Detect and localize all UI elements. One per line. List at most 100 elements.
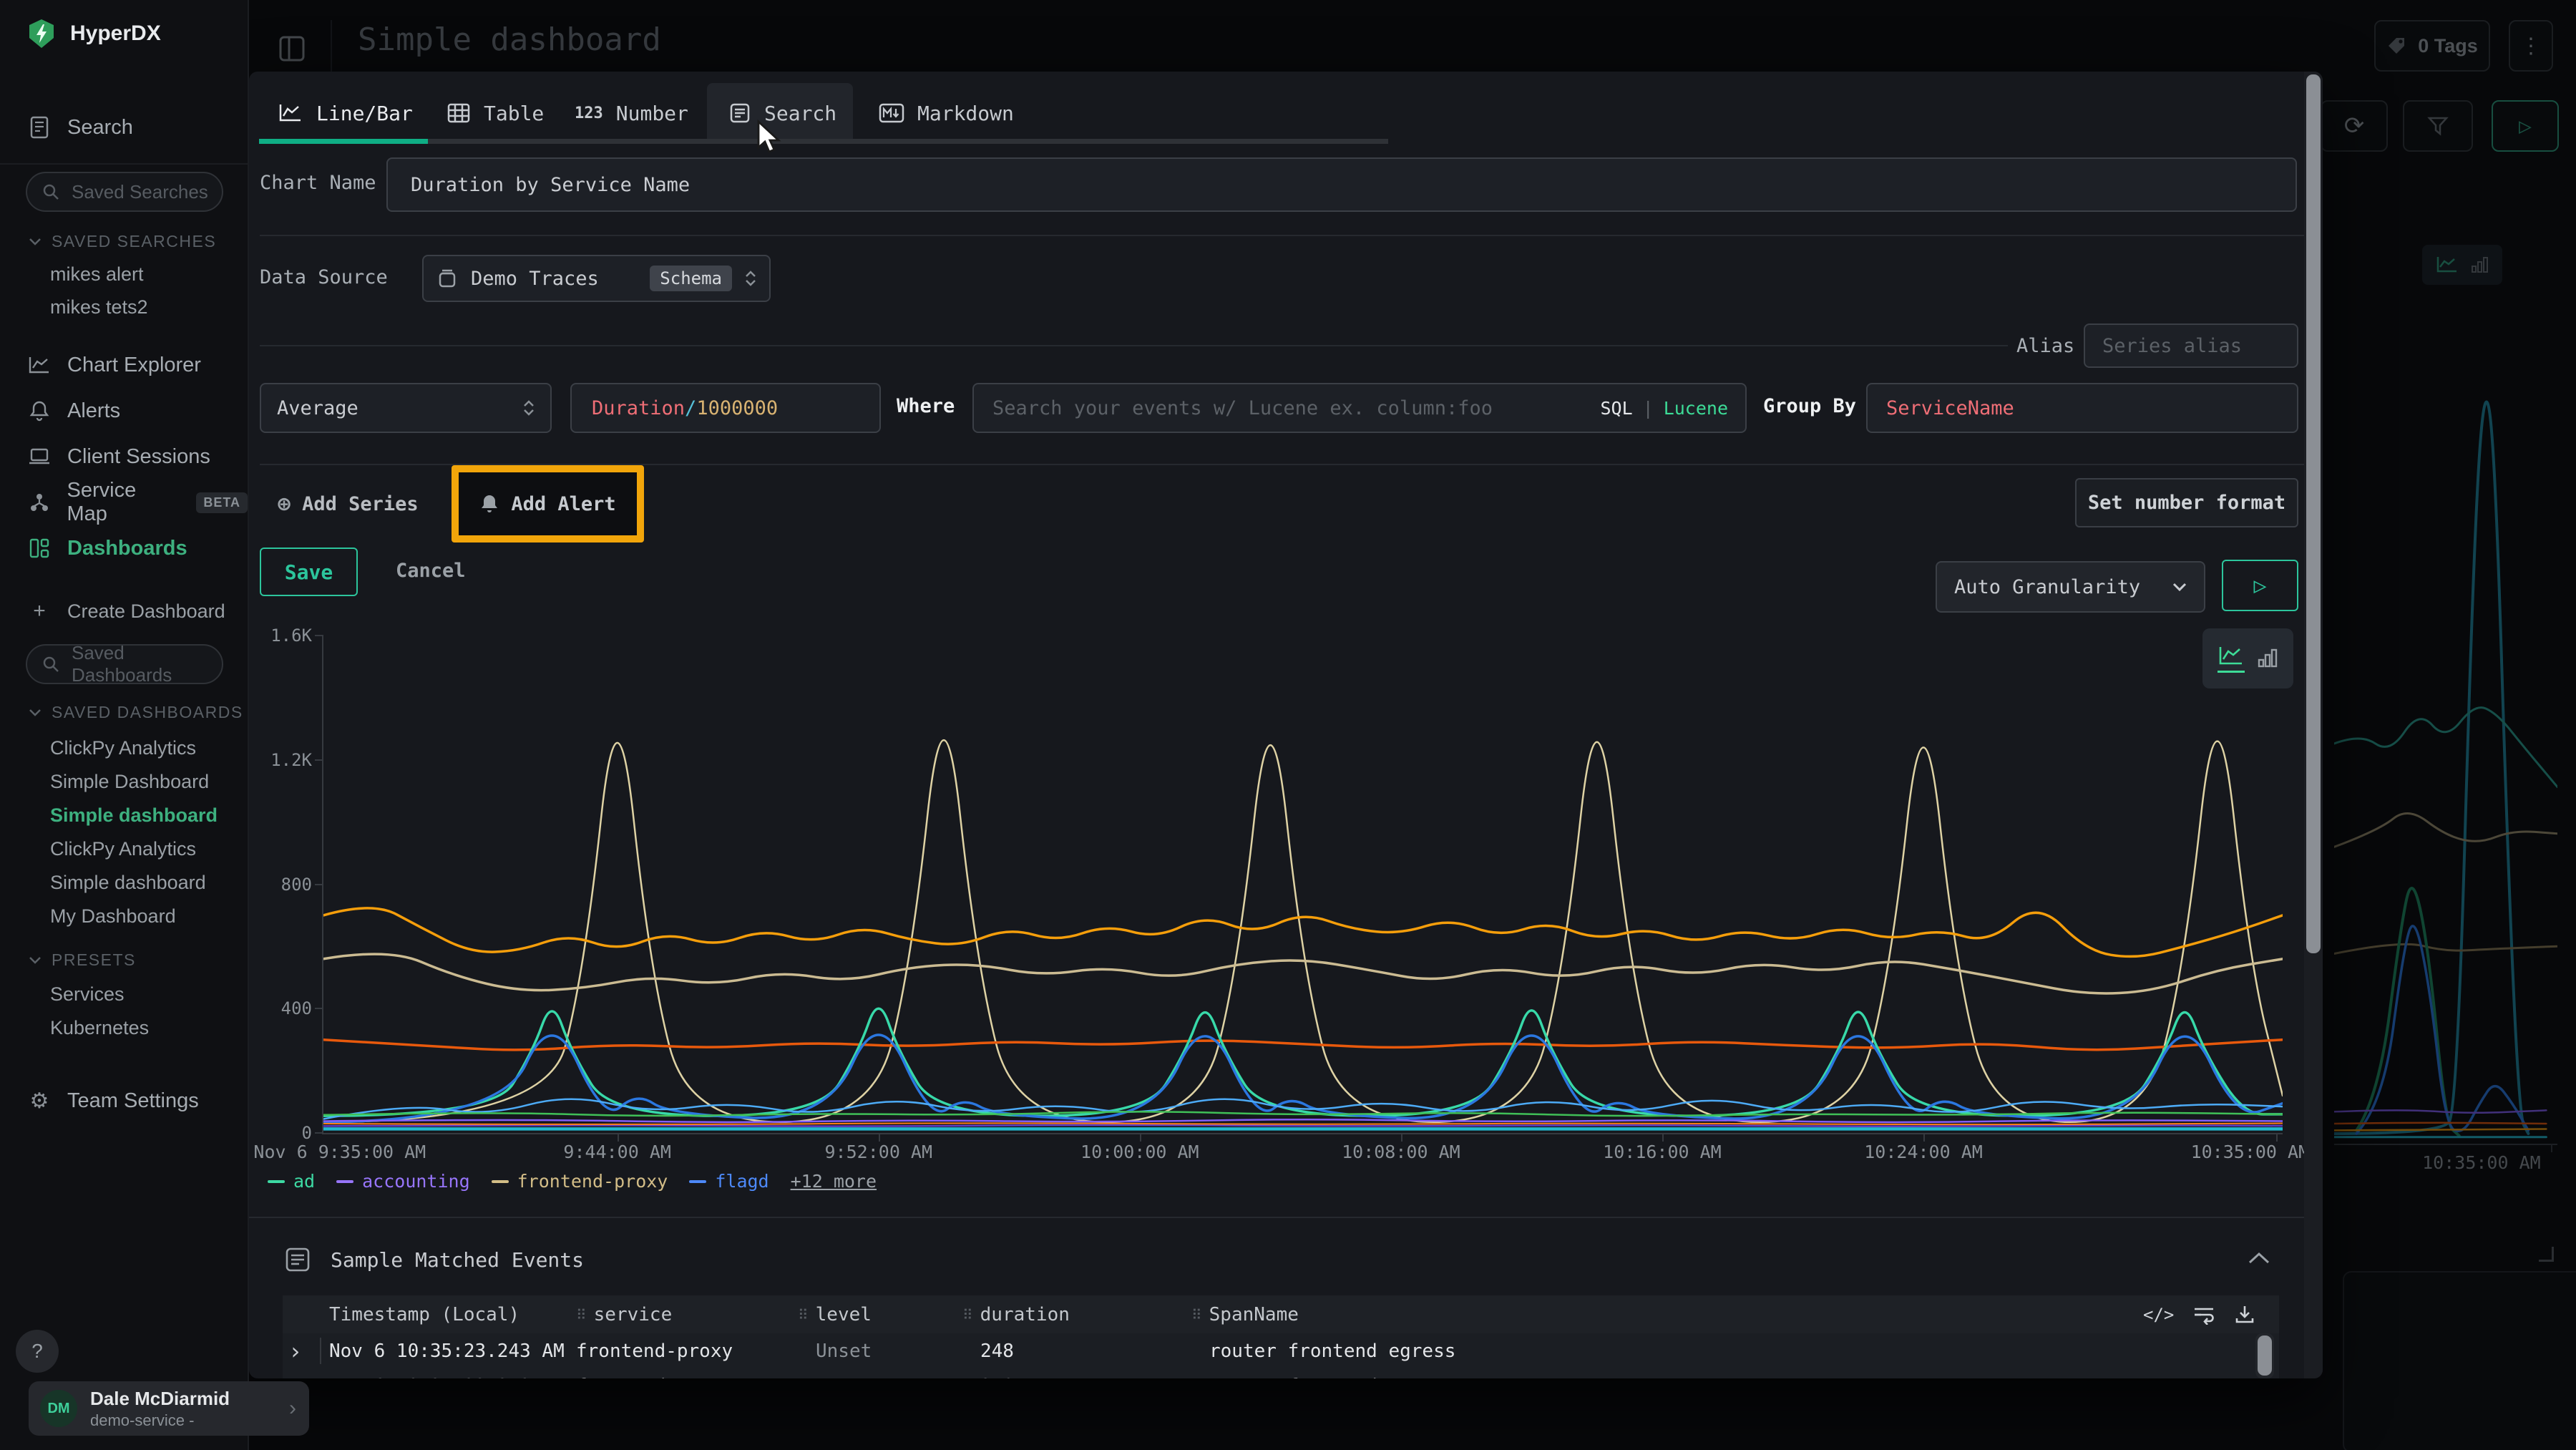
bell-icon [479, 493, 499, 515]
col-service[interactable]: ⠿service [576, 1295, 672, 1333]
bg-panel [2343, 1271, 2576, 1450]
col-spanname[interactable]: ⠿SpanName [1191, 1295, 1299, 1333]
group-label: SAVED SEARCHES [52, 232, 216, 251]
legend-item[interactable]: accounting [336, 1171, 470, 1192]
help-button[interactable]: ? [16, 1330, 59, 1373]
saved-search-item[interactable]: mikes alert [50, 263, 144, 286]
saved-dashboards-input[interactable]: Saved Dashboards [26, 644, 223, 684]
save-button[interactable]: Save [260, 548, 358, 596]
tab-number[interactable]: 123 Number [575, 86, 688, 140]
dashboard-item[interactable]: My Dashboard [50, 905, 176, 928]
saved-searches-input[interactable]: Saved Searches [26, 172, 223, 212]
user-org: demo-service - [90, 1411, 230, 1430]
data-source-select[interactable]: Demo Traces Schema [422, 255, 771, 302]
aggregation-select[interactable]: Average [260, 383, 552, 433]
events-divider [249, 1217, 2323, 1218]
dashboard-item[interactable]: ClickPy Analytics [50, 737, 196, 759]
where-placeholder[interactable] [991, 396, 1590, 420]
add-alert-highlight: Add Alert [452, 465, 644, 542]
cancel-button[interactable]: Cancel [396, 560, 466, 582]
col-level[interactable]: ⠿level [798, 1295, 872, 1333]
sidebar-item-label: Alerts [67, 399, 120, 423]
sidebar-item-team-settings[interactable]: ⚙ Team Settings [0, 1085, 248, 1116]
alias-input[interactable] [2084, 323, 2298, 368]
sidebar-item-label: Dashboards [67, 537, 187, 560]
chart-name-input[interactable] [386, 157, 2297, 212]
brand-name: HyperDX [70, 21, 161, 46]
col-duration[interactable]: ⠿duration [962, 1295, 1070, 1333]
preview-chart[interactable]: 04008001.2K1.6KNov 6 9:35:00 AM9:44:00 A… [322, 636, 2283, 1134]
column-label: level [816, 1304, 872, 1325]
add-series-button[interactable]: ⊕ Add Series [278, 481, 419, 527]
field-part-slash: / [685, 397, 696, 419]
legend-item[interactable]: ad [268, 1171, 315, 1192]
sidebar-item-alerts[interactable]: Alerts [0, 395, 248, 427]
legend-more-link[interactable]: +12 more [791, 1171, 877, 1192]
expand-row-icon[interactable]: › [288, 1333, 302, 1368]
sidebar-item-service-map[interactable]: Service Map BETA [0, 487, 248, 518]
filter-button[interactable] [2403, 100, 2473, 152]
download-icon[interactable] [2234, 1304, 2255, 1325]
collapse-events-button[interactable] [2247, 1251, 2271, 1265]
col-timestamp[interactable]: Timestamp (Local) [329, 1295, 519, 1333]
dashboard-item[interactable]: ClickPy Analytics [50, 838, 196, 860]
saved-search-item[interactable]: mikes tets2 [50, 296, 148, 318]
sidebar-item-chart-explorer[interactable]: Chart Explorer [0, 349, 248, 381]
schema-badge[interactable]: Schema [650, 266, 732, 291]
add-alert-button[interactable]: Add Alert [479, 493, 615, 515]
preset-item[interactable]: Kubernetes [50, 1017, 149, 1039]
dashboards-grid-icon [27, 537, 52, 559]
chart-name-value[interactable] [409, 173, 2274, 197]
line-chart-icon [278, 102, 303, 125]
group-by-input[interactable]: ServiceName [1866, 383, 2298, 433]
column-label: duration [980, 1304, 1070, 1325]
modal-scrollbar-thumb[interactable] [2306, 74, 2321, 953]
refresh-button[interactable]: ⟳ [2321, 100, 2388, 152]
tab-markdown[interactable]: Markdown [879, 86, 1014, 140]
saved-dashboards-group[interactable]: SAVED DASHBOARDS [29, 703, 243, 722]
presets-group[interactable]: PRESETS [29, 950, 136, 970]
cell-service: frontend-proxy [576, 1368, 733, 1378]
sample-events-title: Sample Matched Events [331, 1248, 584, 1272]
group-by-label: Group By [1763, 395, 1856, 417]
granularity-select[interactable]: Auto Granularity [1936, 561, 2205, 613]
tags-button[interactable]: 0 Tags [2374, 20, 2490, 72]
code-view-icon[interactable]: </> [2143, 1305, 2174, 1325]
dashboard-item[interactable]: Simple dashboard [50, 872, 206, 894]
event-row[interactable]: › Nov 6 10:35:23.243 AM frontend-proxy U… [283, 1333, 2279, 1368]
page-menu-button[interactable]: ⋮ [2509, 20, 2553, 72]
wrap-text-icon[interactable] [2192, 1305, 2215, 1325]
legend-item[interactable]: frontend-proxy [492, 1171, 668, 1192]
set-number-format-button[interactable]: Set number format [2075, 478, 2298, 527]
saved-searches-group[interactable]: SAVED SEARCHES [29, 232, 216, 251]
brand[interactable]: HyperDX [27, 19, 161, 49]
legend-item[interactable]: flagd [689, 1171, 769, 1192]
lucene-toggle[interactable]: Lucene [1664, 398, 1728, 419]
run-query-button[interactable]: ▷ [2492, 100, 2559, 152]
add-series-label: Add Series [302, 493, 419, 515]
dashboard-item-active[interactable]: Simple dashboard [50, 804, 218, 827]
tab-line-bar[interactable]: Line/Bar [278, 86, 413, 140]
tab-label: Number [616, 102, 688, 125]
sidebar-item-dashboards[interactable]: Dashboards [0, 532, 248, 564]
refresh-icon: ⟳ [2344, 112, 2365, 140]
where-search-input[interactable]: SQL | Lucene [972, 383, 1747, 433]
create-dashboard-button[interactable]: + Create Dashboard [0, 595, 248, 627]
tab-table[interactable]: Table [447, 86, 544, 140]
sidebar-item-search[interactable]: Search [0, 112, 248, 143]
sql-toggle[interactable]: SQL [1600, 398, 1632, 419]
dashboard-item[interactable]: Simple Dashboard [50, 771, 209, 793]
expand-row-icon[interactable]: › [288, 1368, 302, 1378]
preset-item[interactable]: Services [50, 983, 125, 1006]
user-menu[interactable]: DM Dale McDiarmid demo-service - › [29, 1381, 309, 1436]
field-expression-input[interactable]: Duration/1000000 [570, 383, 881, 433]
sidebar-item-client-sessions[interactable]: Client Sessions [0, 441, 248, 472]
bar-chart-icon [2471, 255, 2489, 275]
event-row[interactable]: › Nov 6 10:35:23.243 AM frontend-proxy U… [283, 1368, 2279, 1378]
table-scrollbar-thumb[interactable] [2258, 1335, 2272, 1376]
cell-service: frontend-proxy [576, 1333, 733, 1368]
collapse-sidebar-button[interactable] [278, 33, 306, 64]
run-preview-button[interactable]: ▷ [2222, 560, 2298, 611]
alias-placeholder[interactable] [2101, 334, 2281, 358]
table-tools: </> [2143, 1295, 2255, 1333]
